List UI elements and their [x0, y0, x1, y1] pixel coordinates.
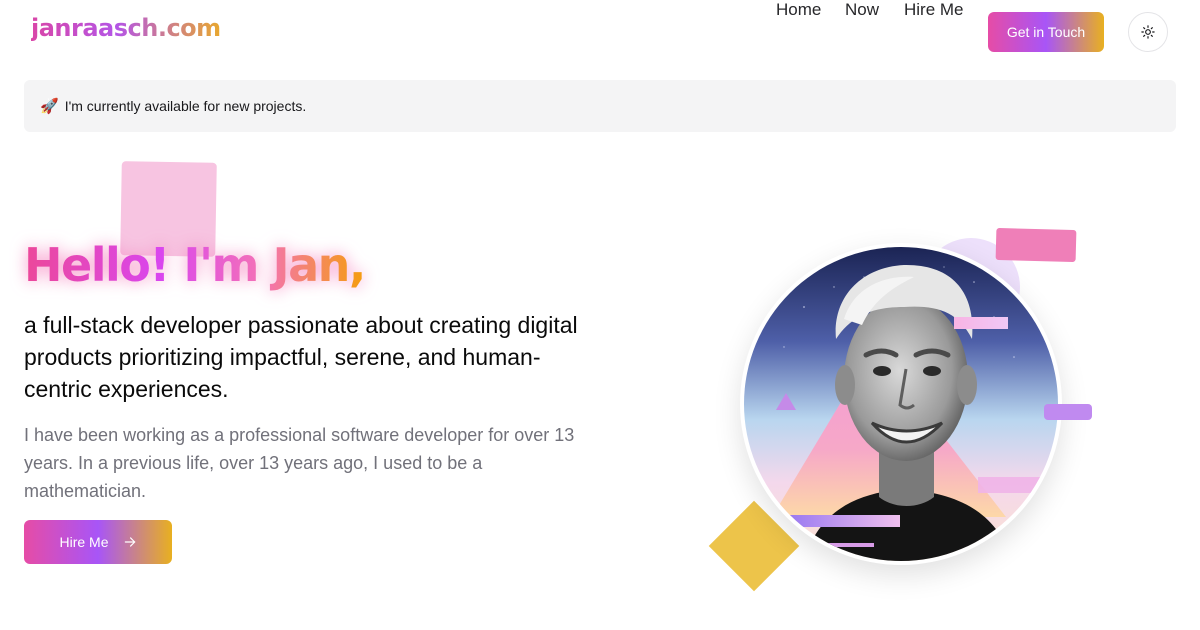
hero-description: I have been working as a professional so…: [24, 425, 575, 501]
decorative-pink-bar: [995, 227, 1077, 263]
availability-banner: 🚀 I'm currently available for new projec…: [24, 80, 1176, 132]
hire-me-button[interactable]: Hire Me: [24, 520, 172, 564]
get-in-touch-button[interactable]: Get in Touch: [988, 12, 1104, 52]
site-logo[interactable]: janraasch.com: [31, 14, 221, 42]
sun-icon: [1141, 25, 1155, 39]
rocket-icon: 🚀: [40, 98, 59, 115]
theme-toggle-button[interactable]: [1128, 12, 1168, 52]
decorative-purple-pill: [1044, 404, 1092, 420]
nav-link-home[interactable]: Home: [776, 0, 821, 20]
availability-text: I'm currently available for new projects…: [64, 98, 307, 114]
hero-title: Hello! I'm Jan,: [24, 238, 366, 292]
site-header: janraasch.com Home Now Hire Me Get in To…: [0, 0, 1200, 64]
portrait-frame: [740, 243, 1062, 565]
nav-link-now[interactable]: Now: [845, 0, 879, 20]
hire-me-button-label: Hire Me: [59, 534, 109, 550]
portrait-photo: [744, 247, 1058, 561]
hero-subtitle: a full-stack developer passionate about …: [24, 312, 578, 402]
arrow-right-icon: [124, 537, 135, 547]
nav-link-hire-me[interactable]: Hire Me: [904, 0, 964, 20]
